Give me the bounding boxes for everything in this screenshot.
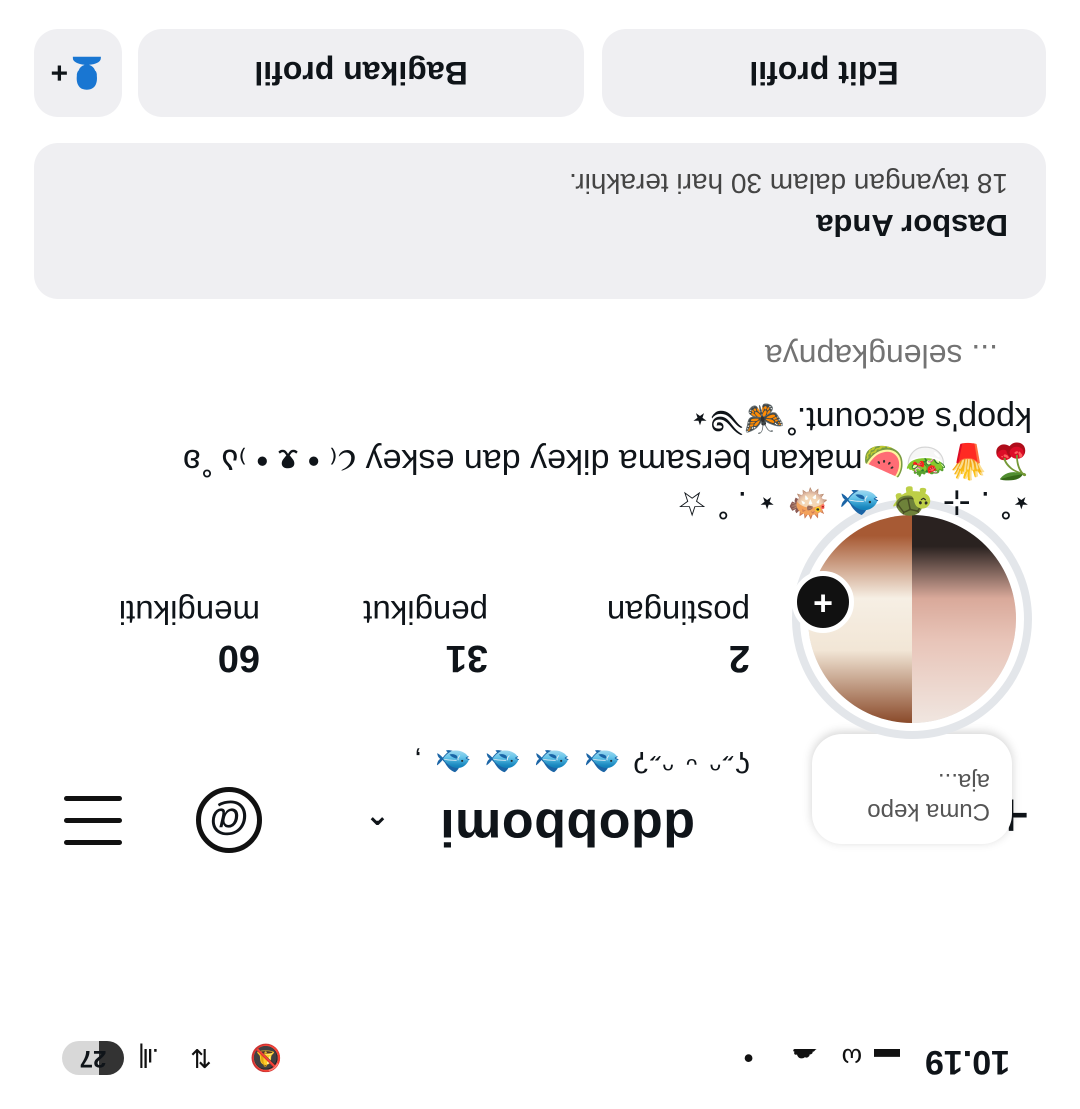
stat-posts-count[interactable]: 2 <box>729 636 750 679</box>
mute-icon: 🔕 <box>250 1043 283 1073</box>
username[interactable]: ddobbomi <box>440 797 695 857</box>
hamburger-menu-icon[interactable] <box>64 789 122 849</box>
bio-line-2: 🍒🍟🥗🍉makan bersama dikey dan eskey ૮₍ • ᴥ… <box>183 442 1032 480</box>
cloud-icon: ☁ <box>792 1043 818 1073</box>
screen: 10.19 ▬ ω ☁ ● 🔕 ⇅ .ıl| 27 + ddobbomi ⌄ @… <box>0 0 1080 1109</box>
add-user-button[interactable]: 👤+ <box>34 29 122 117</box>
bio-line-1: ⋆˚ . ⊹ 🐢 🐟 🐡 ⋆ . ˚ ☆ <box>676 484 1032 522</box>
stat-following-label[interactable]: mengikuti <box>119 593 260 631</box>
add-user-icon: 👤+ <box>50 56 106 90</box>
square-icon: ▬ <box>874 1043 900 1073</box>
bio-line-3: kpop's account.˚🦋༄⋆ <box>689 400 1032 438</box>
battery-icon: 27 <box>62 1041 124 1075</box>
see-more-link[interactable]: ... selengkapnya <box>765 337 998 374</box>
dashboard-title: Dasbor Anda <box>816 208 1008 243</box>
edit-profile-button[interactable]: Edit profil <box>602 29 1046 117</box>
signal-icon: .ıl| <box>140 1043 159 1073</box>
stat-followers-label[interactable]: pengikut <box>363 593 488 631</box>
status-time: 10.19 <box>924 1043 1010 1081</box>
chevron-down-icon[interactable]: ⌄ <box>365 798 390 833</box>
share-profile-button[interactable]: Bagikan profil <box>138 29 584 117</box>
threads-icon[interactable]: @ <box>196 787 262 853</box>
profile-bio: ⋆˚ . ⊹ 🐢 🐟 🐡 ⋆ . ˚ ☆ 🍒🍟🥗🍉makan bersama d… <box>42 398 1032 524</box>
profile-decor-line: ʕ˶ᵔ ᵕ ᵔ˶ʔ 🐟 🐟 🐟 🐟 , <box>411 745 750 778</box>
stat-following-count[interactable]: 60 <box>218 636 260 679</box>
top-bar: + ddobbomi ⌄ @ <box>0 780 1080 999</box>
whatsapp-icon: ω <box>841 1043 862 1073</box>
avatar-photo-person <box>912 515 1016 723</box>
status-bar: 10.19 ▬ ω ☁ ● 🔕 ⇅ .ıl| 27 <box>0 1019 1080 1109</box>
dot-icon: ● <box>743 1049 754 1069</box>
add-story-button[interactable]: + <box>792 571 854 633</box>
wifi-icon: ⇅ <box>190 1043 212 1073</box>
profile-note[interactable]: Cuma kepo aja... <box>812 734 1012 844</box>
stat-followers-count[interactable]: 31 <box>446 636 488 679</box>
dashboard-subtitle: 18 tayangan dalam 30 hari terakhir. <box>569 168 1008 199</box>
stat-posts-label[interactable]: postingan <box>607 593 750 631</box>
